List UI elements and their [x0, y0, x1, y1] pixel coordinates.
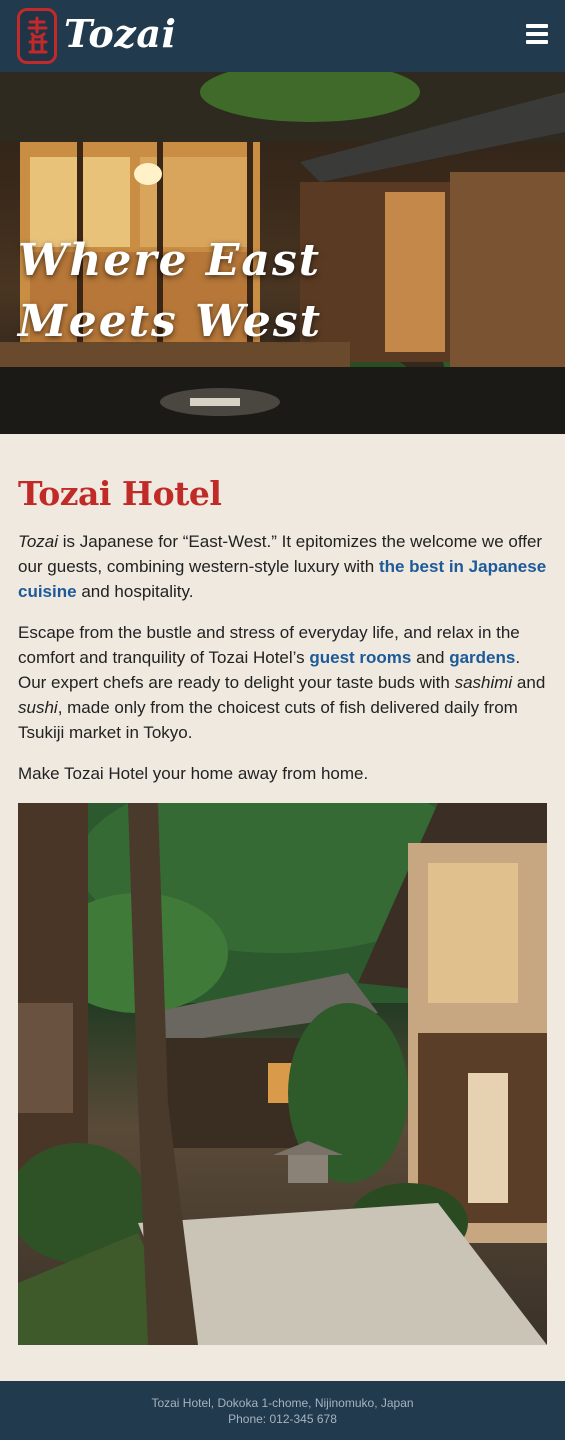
- brand-name[interactable]: Tozai: [64, 11, 176, 56]
- intro-paragraph: Tozai is Japanese for “East-West.” It ep…: [18, 529, 548, 604]
- tozai-emphasis: Tozai: [18, 532, 59, 551]
- gardens-link[interactable]: gardens: [449, 648, 515, 667]
- escape-text-end: , made only from the choicest cuts of fi…: [18, 698, 518, 742]
- escape-text-and: and: [411, 648, 450, 667]
- escape-text-and-2: and: [512, 673, 546, 692]
- garden-image: [18, 803, 547, 1345]
- page-title: Tozai Hotel: [18, 474, 222, 513]
- intro-text-end: and hospitality.: [76, 582, 194, 601]
- main-content: Tozai Hotel Tozai is Japanese for “East-…: [18, 472, 548, 802]
- footer-address: Tozai Hotel, Dokoka 1-chome, Nijinomuko,…: [151, 1396, 414, 1410]
- home-paragraph: Make Tozai Hotel your home away from hom…: [18, 764, 369, 783]
- hamburger-menu-icon[interactable]: [526, 24, 548, 44]
- sushi-emphasis: sushi: [18, 698, 58, 717]
- logo-icon[interactable]: [17, 8, 57, 64]
- guest-rooms-link[interactable]: guest rooms: [309, 648, 411, 667]
- sashimi-emphasis: sashimi: [454, 673, 513, 692]
- garden-photo: [18, 803, 547, 1345]
- escape-paragraph: Escape from the bustle and stress of eve…: [18, 620, 548, 745]
- hero-title: Where East Meets West: [18, 235, 323, 347]
- site-footer: Tozai Hotel, Dokoka 1-chome, Nijinomuko,…: [0, 1381, 565, 1440]
- hero-banner: Where East Meets West: [0, 72, 565, 434]
- site-header: Tozai: [0, 0, 565, 72]
- footer-phone: Phone: 012-345 678: [228, 1412, 337, 1426]
